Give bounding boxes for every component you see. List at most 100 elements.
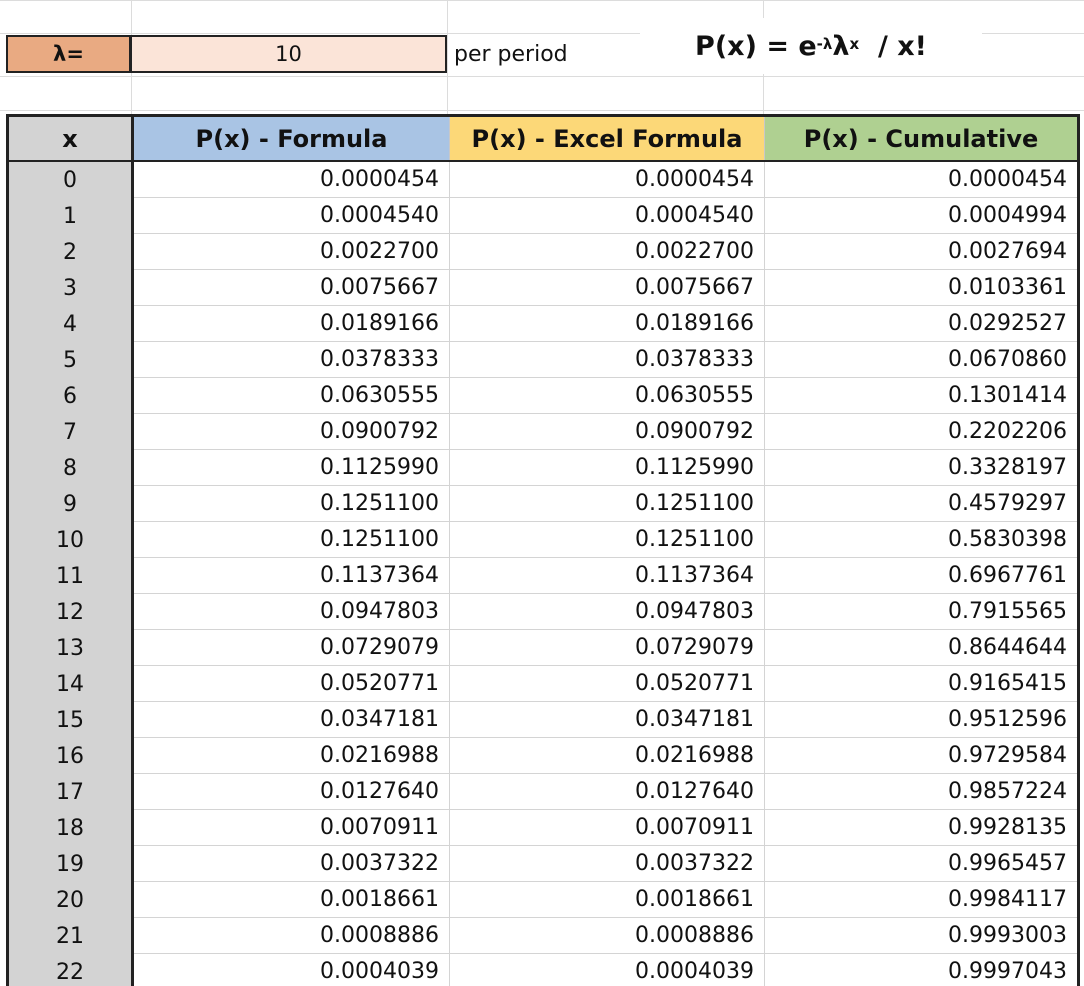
cell-excel-formula[interactable]: 0.0037322 — [450, 846, 765, 882]
cell-formula[interactable]: 0.0018661 — [134, 882, 450, 918]
cell-cumulative[interactable]: 0.6967761 — [765, 558, 1077, 594]
cell-x[interactable]: 12 — [9, 594, 134, 630]
cell-x[interactable]: 6 — [9, 378, 134, 414]
cell-formula[interactable]: 0.0022700 — [134, 234, 450, 270]
cell-x[interactable]: 7 — [9, 414, 134, 450]
cell-x[interactable]: 21 — [9, 918, 134, 954]
cell-cumulative[interactable]: 0.4579297 — [765, 486, 1077, 522]
cell-x[interactable]: 22 — [9, 954, 134, 986]
cell-excel-formula[interactable]: 0.1251100 — [450, 522, 765, 558]
cell-excel-formula[interactable]: 0.0520771 — [450, 666, 765, 702]
lambda-label-cell[interactable]: λ= — [6, 35, 131, 73]
cell-formula[interactable]: 0.0075667 — [134, 270, 450, 306]
cell-cumulative[interactable]: 0.9928135 — [765, 810, 1077, 846]
cell-cumulative[interactable]: 0.9857224 — [765, 774, 1077, 810]
cell-x[interactable]: 0 — [9, 162, 134, 198]
cell-formula[interactable]: 0.0900792 — [134, 414, 450, 450]
cell-formula[interactable]: 0.0127640 — [134, 774, 450, 810]
cell-excel-formula[interactable]: 0.0004540 — [450, 198, 765, 234]
cell-x[interactable]: 17 — [9, 774, 134, 810]
cell-formula[interactable]: 0.0729079 — [134, 630, 450, 666]
cell-excel-formula[interactable]: 0.0189166 — [450, 306, 765, 342]
cell-cumulative[interactable]: 0.9984117 — [765, 882, 1077, 918]
cell-cumulative[interactable]: 0.3328197 — [765, 450, 1077, 486]
cell-formula[interactable]: 0.0004039 — [134, 954, 450, 986]
cell-formula[interactable]: 0.0347181 — [134, 702, 450, 738]
cell-cumulative[interactable]: 0.2202206 — [765, 414, 1077, 450]
cell-x[interactable]: 1 — [9, 198, 134, 234]
cell-cumulative[interactable]: 0.9997043 — [765, 954, 1077, 986]
cell-cumulative[interactable]: 0.1301414 — [765, 378, 1077, 414]
cell-x[interactable]: 11 — [9, 558, 134, 594]
header-cumulative[interactable]: P(x) - Cumulative — [765, 117, 1077, 160]
cell-excel-formula[interactable]: 0.1251100 — [450, 486, 765, 522]
cell-cumulative[interactable]: 0.0004994 — [765, 198, 1077, 234]
cell-cumulative[interactable]: 0.0103361 — [765, 270, 1077, 306]
cell-formula[interactable]: 0.0004540 — [134, 198, 450, 234]
cell-excel-formula[interactable]: 0.0000454 — [450, 162, 765, 198]
cell-cumulative[interactable]: 0.7915565 — [765, 594, 1077, 630]
cell-excel-formula[interactable]: 0.0729079 — [450, 630, 765, 666]
cell-x[interactable]: 16 — [9, 738, 134, 774]
cell-excel-formula[interactable]: 0.0127640 — [450, 774, 765, 810]
header-excel-formula[interactable]: P(x) - Excel Formula — [450, 117, 765, 160]
poisson-formula[interactable]: P(x) = e -λ λx / x! — [640, 18, 982, 74]
cell-cumulative[interactable]: 0.0670860 — [765, 342, 1077, 378]
cell-cumulative[interactable]: 0.0000454 — [765, 162, 1077, 198]
cell-formula[interactable]: 0.1251100 — [134, 522, 450, 558]
cell-x[interactable]: 14 — [9, 666, 134, 702]
cell-cumulative[interactable]: 0.9512596 — [765, 702, 1077, 738]
cell-formula[interactable]: 0.0520771 — [134, 666, 450, 702]
cell-cumulative[interactable]: 0.9965457 — [765, 846, 1077, 882]
cell-excel-formula[interactable]: 0.0900792 — [450, 414, 765, 450]
cell-x[interactable]: 9 — [9, 486, 134, 522]
cell-excel-formula[interactable]: 0.0018661 — [450, 882, 765, 918]
cell-excel-formula[interactable]: 0.0070911 — [450, 810, 765, 846]
cell-formula[interactable]: 0.0630555 — [134, 378, 450, 414]
cell-x[interactable]: 2 — [9, 234, 134, 270]
cell-formula[interactable]: 0.0070911 — [134, 810, 450, 846]
cell-excel-formula[interactable]: 0.0630555 — [450, 378, 765, 414]
cell-excel-formula[interactable]: 0.1137364 — [450, 558, 765, 594]
cell-excel-formula[interactable]: 0.0022700 — [450, 234, 765, 270]
cell-excel-formula[interactable]: 0.0008886 — [450, 918, 765, 954]
cell-formula[interactable]: 0.0000454 — [134, 162, 450, 198]
cell-cumulative[interactable]: 0.0027694 — [765, 234, 1077, 270]
cell-x[interactable]: 3 — [9, 270, 134, 306]
cell-formula[interactable]: 0.1251100 — [134, 486, 450, 522]
cell-excel-formula[interactable]: 0.0216988 — [450, 738, 765, 774]
cell-cumulative[interactable]: 0.9993003 — [765, 918, 1077, 954]
cell-formula[interactable]: 0.1137364 — [134, 558, 450, 594]
cell-formula[interactable]: 0.0008886 — [134, 918, 450, 954]
cell-x[interactable]: 19 — [9, 846, 134, 882]
cell-cumulative[interactable]: 0.5830398 — [765, 522, 1077, 558]
cell-x[interactable]: 10 — [9, 522, 134, 558]
cell-cumulative[interactable]: 0.0292527 — [765, 306, 1077, 342]
cell-x[interactable]: 15 — [9, 702, 134, 738]
cell-formula[interactable]: 0.0216988 — [134, 738, 450, 774]
cell-formula[interactable]: 0.0947803 — [134, 594, 450, 630]
cell-x[interactable]: 8 — [9, 450, 134, 486]
cell-x[interactable]: 18 — [9, 810, 134, 846]
cell-cumulative[interactable]: 0.9729584 — [765, 738, 1077, 774]
cell-formula[interactable]: 0.0378333 — [134, 342, 450, 378]
cell-formula[interactable]: 0.0189166 — [134, 306, 450, 342]
cell-formula[interactable]: 0.0037322 — [134, 846, 450, 882]
lambda-value-cell[interactable]: 10 — [131, 35, 447, 73]
unit-label-cell[interactable]: per period — [454, 40, 568, 70]
cell-excel-formula[interactable]: 0.0947803 — [450, 594, 765, 630]
cell-x[interactable]: 4 — [9, 306, 134, 342]
cell-x[interactable]: 13 — [9, 630, 134, 666]
cell-cumulative[interactable]: 0.9165415 — [765, 666, 1077, 702]
cell-excel-formula[interactable]: 0.1125990 — [450, 450, 765, 486]
cell-excel-formula[interactable]: 0.0378333 — [450, 342, 765, 378]
cell-excel-formula[interactable]: 0.0004039 — [450, 954, 765, 986]
cell-cumulative[interactable]: 0.8644644 — [765, 630, 1077, 666]
cell-excel-formula[interactable]: 0.0347181 — [450, 702, 765, 738]
cell-x[interactable]: 20 — [9, 882, 134, 918]
cell-x[interactable]: 5 — [9, 342, 134, 378]
cell-formula[interactable]: 0.1125990 — [134, 450, 450, 486]
header-x[interactable]: x — [9, 117, 134, 160]
cell-excel-formula[interactable]: 0.0075667 — [450, 270, 765, 306]
header-formula[interactable]: P(x) - Formula — [134, 117, 450, 160]
